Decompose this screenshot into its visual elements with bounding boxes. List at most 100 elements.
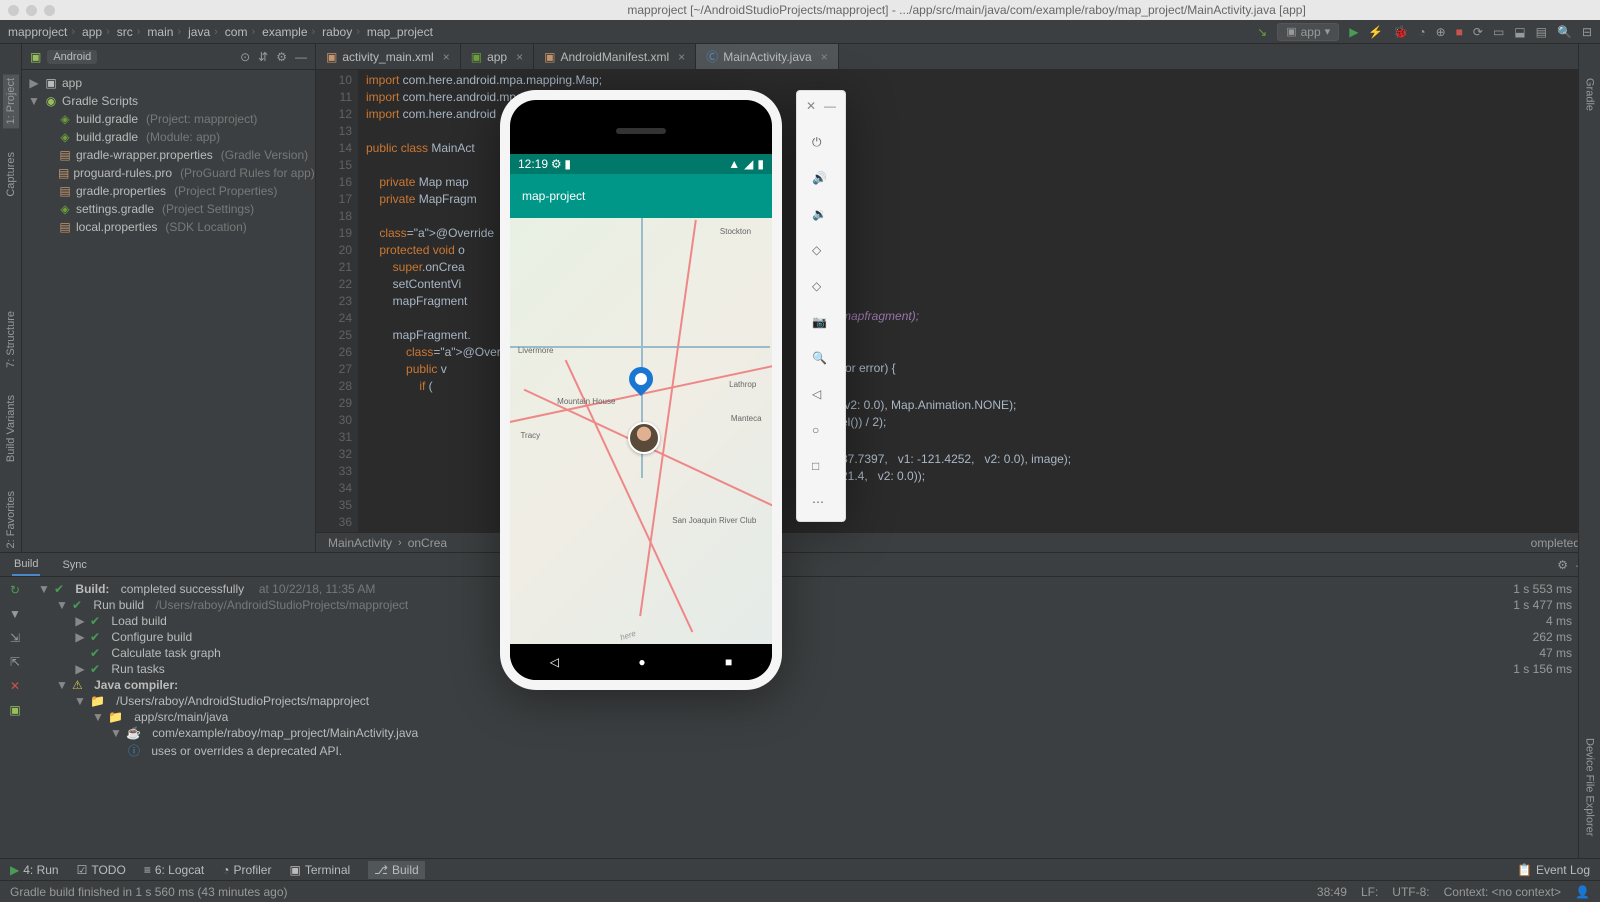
rerun-icon[interactable]: ↻ [10, 583, 20, 597]
back-button[interactable]: ◁ [550, 655, 559, 669]
tree-app[interactable]: ▶▣app [22, 74, 315, 92]
camera-icon[interactable]: 📷 [812, 315, 830, 333]
context[interactable]: Context: <no context> [1444, 885, 1561, 899]
run-config-selector[interactable]: ▣ app ▾ [1277, 23, 1339, 41]
build-variants-tool-tab[interactable]: Build Variants [3, 391, 19, 466]
close-icon[interactable]: × [516, 50, 523, 64]
tree-item[interactable]: ◈build.gradle(Module: app) [22, 128, 315, 146]
volume-down-icon[interactable]: 🔉 [812, 207, 830, 225]
more-icon[interactable]: ⋯ [812, 495, 830, 513]
power-icon[interactable]: ⏻ [812, 135, 830, 153]
run-icon[interactable]: ▶ [1349, 25, 1358, 39]
crumb[interactable]: raboy [312, 25, 353, 39]
structure-tool-tab[interactable]: 7: Structure [3, 307, 19, 372]
tree-item[interactable]: ▤gradle.properties(Project Properties) [22, 182, 315, 200]
tree-item[interactable]: ◈build.gradle(Project: mapproject) [22, 110, 315, 128]
tree-gradle-scripts[interactable]: ▼◉Gradle Scripts [22, 92, 315, 110]
run-tool[interactable]: ▶4: Run [10, 863, 59, 877]
tree-item[interactable]: ▤proguard-rules.pro(ProGuard Rules for a… [22, 164, 315, 182]
favorites-tool-tab[interactable]: 2: Favorites [3, 487, 19, 552]
crumb[interactable]: main [137, 25, 174, 39]
editor-tab-active[interactable]: ⒸMainActivity.java× [696, 44, 839, 69]
project-view-selector[interactable]: Android [47, 50, 97, 64]
inspect-icon[interactable]: 👤 [1575, 885, 1590, 899]
encoding[interactable]: UTF-8: [1392, 885, 1429, 899]
project-tool-tab[interactable]: 1: Project [3, 74, 19, 128]
hide-icon[interactable]: — [295, 50, 307, 64]
event-log-tool[interactable]: 📋 Event Log [1517, 863, 1590, 877]
gear-icon[interactable]: ⚙ [276, 50, 287, 64]
crumb[interactable]: example [251, 25, 307, 39]
bc-seg[interactable]: onCrea [408, 536, 447, 550]
crumb[interactable]: app [71, 25, 102, 39]
android-emulator[interactable]: 12:19 ⚙ ▮ ▲◢▮ map-project Stockton Lathr… [500, 90, 846, 690]
project-tree[interactable]: ▶▣app ▼◉Gradle Scripts ◈build.gradle(Pro… [22, 70, 315, 552]
build-tab[interactable]: Build [12, 554, 40, 576]
sdk-icon[interactable]: ⬓ [1514, 25, 1525, 39]
collapse-icon[interactable]: ⇵ [258, 50, 268, 64]
close-icon[interactable]: × [678, 50, 685, 64]
max-window[interactable] [44, 5, 55, 16]
map-view[interactable]: Stockton Lathrop Manteca Tracy Livermore… [510, 218, 772, 644]
back-icon[interactable]: ◁ [812, 387, 830, 405]
overview-icon[interactable]: □ [812, 459, 830, 477]
editor-tab[interactable]: ▣AndroidManifest.xml× [534, 44, 696, 69]
profiler-tool[interactable]: ◔ Profiler [222, 863, 271, 877]
expand-icon[interactable]: ⇲ [10, 631, 20, 645]
line-sep[interactable]: LF: [1361, 885, 1378, 899]
logcat-tool[interactable]: ≡ 6: Logcat [144, 863, 204, 877]
todo-tool[interactable]: ☑ TODO [77, 863, 126, 877]
rotate-right-icon[interactable]: ◇ [812, 279, 830, 297]
overview-button[interactable]: ■ [725, 655, 732, 669]
tree-item[interactable]: ▤gradle-wrapper.properties(Gradle Versio… [22, 146, 315, 164]
tree-item[interactable]: ▤local.properties(SDK Location) [22, 218, 315, 236]
close-icon[interactable]: ✕ [10, 679, 20, 693]
locate-icon[interactable]: ⊙ [240, 50, 250, 64]
layout-icon[interactable]: ▤ [1536, 25, 1547, 39]
make-icon[interactable]: ↘ [1257, 25, 1267, 39]
captures-tool-tab[interactable]: Captures [3, 148, 19, 201]
crumb[interactable]: map_project [356, 25, 433, 39]
close-window[interactable] [8, 5, 19, 16]
collapse-icon[interactable]: ⇱ [10, 655, 20, 669]
terminal-tool[interactable]: ▣ Terminal [289, 863, 350, 877]
filter-icon[interactable]: ▼ [9, 607, 21, 621]
search-icon[interactable]: 🔍 [1557, 25, 1572, 39]
rotate-left-icon[interactable]: ◇ [812, 243, 830, 261]
stop-icon[interactable]: ■ [1456, 25, 1463, 39]
home-button[interactable]: ● [638, 655, 645, 669]
sync-tab[interactable]: Sync [60, 555, 88, 575]
profiler-icon[interactable]: ◔ [1418, 25, 1425, 39]
editor-tab[interactable]: ▣app× [461, 44, 534, 69]
caret-pos[interactable]: 38:49 [1317, 885, 1347, 899]
volume-up-icon[interactable]: 🔊 [812, 171, 830, 189]
tree-item[interactable]: ◈settings.gradle(Project Settings) [22, 200, 315, 218]
phone-screen[interactable]: 12:19 ⚙ ▮ ▲◢▮ map-project Stockton Lathr… [510, 100, 772, 680]
emu-close-icon[interactable]: ✕ [806, 99, 816, 113]
emu-min-icon[interactable]: — [824, 99, 836, 113]
close-icon[interactable]: × [443, 50, 450, 64]
sync-icon[interactable]: ⟳ [1473, 25, 1483, 39]
editor-tab[interactable]: ▣activity_main.xml× [316, 44, 461, 69]
min-window[interactable] [26, 5, 37, 16]
build-tool[interactable]: ⎇ Build [368, 861, 425, 879]
help-icon[interactable]: ⊟ [1582, 25, 1592, 39]
gradle-tool-tab[interactable]: Gradle [1582, 74, 1598, 115]
android-nav-bar: ◁ ● ■ [510, 644, 772, 680]
bc-seg[interactable]: MainActivity [328, 536, 392, 550]
window-controls[interactable] [8, 5, 55, 16]
apply-changes-icon[interactable]: ⚡ [1368, 25, 1383, 39]
android-icon[interactable]: ▣ [9, 703, 20, 717]
zoom-icon[interactable]: 🔍 [812, 351, 830, 369]
crumb[interactable]: mapproject [8, 25, 67, 39]
avd-icon[interactable]: ▭ [1493, 25, 1504, 39]
home-icon[interactable]: ○ [812, 423, 830, 441]
crumb[interactable]: src [106, 25, 133, 39]
crumb[interactable]: java [177, 25, 210, 39]
crumb[interactable]: com [214, 25, 247, 39]
close-icon[interactable]: × [821, 50, 828, 64]
debug-icon[interactable]: 🐞 [1393, 25, 1408, 39]
attach-debugger-icon[interactable]: ⊕ [1436, 25, 1446, 39]
device-explorer-tab[interactable]: Device File Explorer [1582, 734, 1598, 840]
gear-icon[interactable]: ⚙ [1557, 558, 1568, 572]
